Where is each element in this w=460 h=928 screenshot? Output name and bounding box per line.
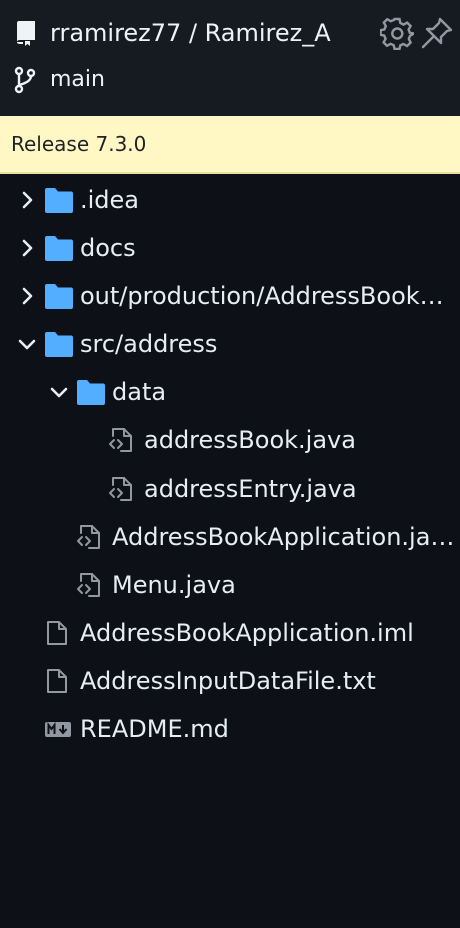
gear-icon[interactable] [380, 16, 414, 50]
folder-icon [45, 236, 73, 261]
tree-item-label: out/production/AddressBookApplication [80, 282, 456, 310]
pin-icon[interactable] [420, 16, 454, 50]
file-code-icon [77, 573, 100, 597]
folder-icon [45, 332, 73, 357]
chevron-down-icon[interactable] [16, 333, 38, 355]
tree-item-idea[interactable]: .idea [0, 176, 460, 224]
tree-item-addressentry-java[interactable]: addressEntry.java [0, 465, 460, 513]
tree-item-label: addressBook.java [144, 426, 356, 454]
branch-name[interactable]: main [50, 66, 105, 94]
tree-item-label: README.md [80, 715, 229, 743]
tree-item-addressbook-java[interactable]: addressBook.java [0, 416, 460, 464]
tree-item-label: docs [80, 234, 136, 262]
release-banner[interactable]: Release 7.3.0 [0, 116, 460, 174]
tree-item-data[interactable]: data [0, 368, 460, 416]
tree-item-readme-md[interactable]: README.md [0, 705, 460, 753]
tree-item-label: .idea [80, 186, 140, 214]
file-icon [47, 621, 67, 645]
file-icon [47, 669, 67, 693]
tree-item-label: data [112, 378, 167, 406]
branch-icon [14, 66, 36, 94]
tree-item-addressbookapplication-iml[interactable]: AddressBookApplication.iml [0, 609, 460, 657]
tree-item-label: AddressInputDataFile.txt [80, 667, 376, 695]
chevron-right-icon[interactable] [16, 285, 38, 307]
tree-item-out-production[interactable]: out/production/AddressBookApplication [0, 272, 460, 320]
folder-icon [45, 188, 73, 213]
release-label[interactable]: Release 7.3.0 [11, 130, 146, 158]
tree-item-addressbookapplication-java[interactable]: AddressBookApplication.java [0, 513, 460, 561]
tree-item-label: src/address [80, 330, 218, 358]
repo-row[interactable]: rramirez77 / Ramirez_A [0, 10, 460, 56]
tree-item-src-address[interactable]: src/address [0, 320, 460, 368]
tree-item-menu-java[interactable]: Menu.java [0, 561, 460, 609]
folder-icon [45, 284, 73, 309]
tree-item-label: Menu.java [112, 571, 236, 599]
repo-title[interactable]: rramirez77 / Ramirez_A [50, 18, 334, 48]
chevron-down-icon[interactable] [48, 381, 70, 403]
header: rramirez77 / Ramirez_A main [0, 0, 460, 116]
tree-item-docs[interactable]: docs [0, 224, 460, 272]
repo-icon [17, 21, 35, 46]
chevron-right-icon[interactable] [16, 237, 38, 259]
markdown-icon [45, 722, 71, 737]
file-code-icon [109, 477, 132, 501]
file-code-icon [109, 428, 132, 452]
tree-item-addressinputdatafile-txt[interactable]: AddressInputDataFile.txt [0, 657, 460, 705]
file-code-icon [77, 525, 100, 549]
tree-item-label: addressEntry.java [144, 475, 357, 503]
tree-item-label: AddressBookApplication.iml [80, 619, 414, 647]
tree-item-label: AddressBookApplication.java [112, 523, 456, 551]
branch-selector[interactable]: main [0, 62, 460, 100]
chevron-right-icon[interactable] [16, 189, 38, 211]
folder-icon [77, 380, 105, 405]
